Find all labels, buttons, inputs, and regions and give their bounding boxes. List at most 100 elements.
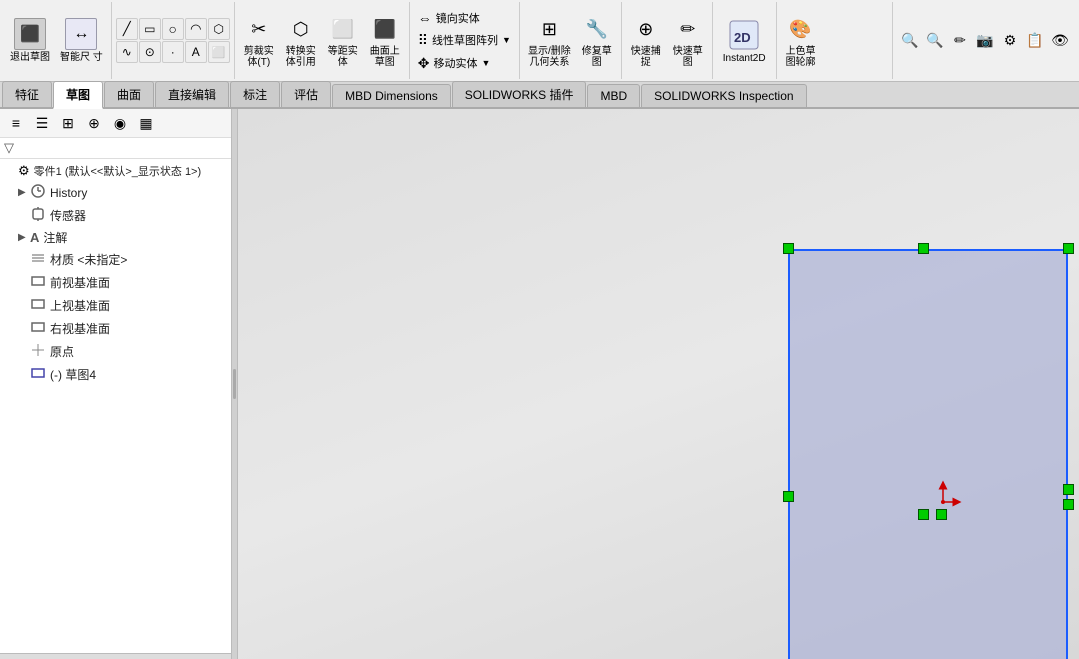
annotation-label: 注解 [43,229,67,246]
color-sketch-label: 上色草图轮廓 [786,46,816,68]
tree-item-front[interactable]: 前视基准面 [2,271,229,294]
sidebar-icon-3[interactable]: ⊞ [56,111,80,135]
tree-item-origin[interactable]: 原点 [2,340,229,363]
repair-label: 修复草图 [582,46,612,68]
tab-sketch[interactable]: 草图 [53,81,103,109]
handle-top-left[interactable] [783,243,794,254]
part1-label: 零件1 (默认<<默认>_显示状态 1>) [34,163,202,179]
handle-mid-right[interactable] [1063,484,1074,495]
rect-button[interactable]: ▭ [139,18,161,40]
sketch4-icon [30,365,46,384]
tree-item-right[interactable]: 右视基准面 [2,317,229,340]
instant2d-button[interactable]: 2D Instant2D [719,14,770,67]
handle-mid-left[interactable] [783,491,794,502]
polygon-button[interactable]: ⬡ [208,18,230,40]
handle-dim-2[interactable] [936,509,947,520]
arc-button[interactable]: ◠ [185,18,207,40]
sidebar-filter-row: ▽ [0,138,231,159]
svg-text:2D: 2D [734,30,751,45]
spline-button[interactable]: ∿ [116,41,138,63]
quick-snap-button[interactable]: ⊕ 快速捕捉 [626,11,666,71]
sidebar-icon-6[interactable]: ▦ [134,111,158,135]
quick-sketch-label: 快速草图 [673,46,703,68]
quick-sketch-button[interactable]: ✏ 快速草图 [668,11,708,71]
tab-evaluate[interactable]: 评估 [281,81,331,107]
tab-standard[interactable]: 标注 [230,81,280,107]
tab-surface[interactable]: 曲面 [104,81,154,107]
camera-icon[interactable]: 📷 [974,30,996,52]
handle-mid-right2[interactable] [1063,499,1074,510]
top-icon [30,296,46,315]
search-icon-2[interactable]: 🔍 [924,30,946,52]
tab-sw-inspection[interactable]: SOLIDWORKS Inspection [641,84,806,107]
sensor-icon [30,206,46,225]
tree-item-history[interactable]: ▶ History [2,181,229,204]
tab-mbd[interactable]: MBD [587,84,640,107]
canvas-area[interactable] [238,109,1079,659]
construction-button[interactable]: ⬜ [208,41,230,63]
gear-icon[interactable]: ⚙ [999,30,1021,52]
show-delete-button[interactable]: ⊞ 显示/删除几何关系 [524,11,575,71]
tab-solidworks-plugins[interactable]: SOLIDWORKS 插件 [452,81,587,107]
move-solid-label: 移动实体 [434,55,478,71]
tab-feature[interactable]: 特征 [2,81,52,107]
toolbar: ⬛ 退出草图 ↔ 智能尺 寸 ╱ ▭ ○ ◠ ⬡ ∿ ⊙ · A ⬜ [0,0,1079,82]
top-label: 上视基准面 [50,297,110,314]
convert-label: 转换实体引用 [286,46,316,68]
line-button[interactable]: ╱ [116,18,138,40]
tab-direct-edit[interactable]: 直接编辑 [155,81,229,107]
annotation-icon: A [30,230,39,245]
tree-item-part1[interactable]: ⚙ 零件1 (默认<<默认>_显示状态 1>) [2,161,229,181]
surface-sketch-label: 曲面上草图 [370,46,400,68]
handle-dim-1[interactable] [918,509,929,520]
right-icon [30,319,46,338]
sidebar-icon-5[interactable]: ◉ [108,111,132,135]
main-content: ≡ ☰ ⊞ ⊕ ◉ ▦ ▽ ⚙ 零件1 (默认<<默认>_显示状态 1>) ▶ [0,109,1079,659]
sidebar-icon-2[interactable]: ☰ [30,111,54,135]
circle-button[interactable]: ○ [162,18,184,40]
part1-icon: ⚙ [18,163,30,179]
smart-dim-button[interactable]: ↔ 智能尺 寸 [56,15,107,66]
edit-icon[interactable]: ✏ [949,30,971,52]
handle-top-right[interactable] [1063,243,1074,254]
search-icon-1[interactable]: 🔍 [899,30,921,52]
offset-label: 等距实体 [328,46,358,68]
front-icon [30,273,46,292]
toolbar-group-1: ⬛ 退出草图 ↔ 智能尺 寸 [2,2,112,79]
linear-array-button[interactable]: ⠿ 线性草图阵列 ▼ [414,30,515,51]
surface-sketch-button[interactable]: ⬛ 曲面上草图 [365,11,405,71]
eye-icon[interactable]: 👁 [1049,30,1071,52]
toolbar-group-5: ⊞ 显示/删除几何关系 🔧 修复草图 [520,2,622,79]
ellipse-button[interactable]: ⊙ [139,41,161,63]
mirror-solid-button[interactable]: ⇔ 镜向实体 [414,8,484,28]
tree-item-sensor[interactable]: 传感器 [2,204,229,227]
move-solid-button[interactable]: ✥ 移动实体 ▼ [414,53,495,74]
tab-mbd-dim[interactable]: MBD Dimensions [332,84,451,107]
material-icon [30,250,46,269]
color-sketch-button[interactable]: 🎨 上色草图轮廓 [781,11,821,71]
tree-item-annotation[interactable]: ▶ A 注解 [2,227,229,248]
filter-icon[interactable]: ▽ [4,140,14,156]
sidebar: ≡ ☰ ⊞ ⊕ ◉ ▦ ▽ ⚙ 零件1 (默认<<默认>_显示状态 1>) ▶ [0,109,232,659]
repair-button[interactable]: 🔧 修复草图 [577,11,617,71]
convert-button[interactable]: ⬡ 转换实体引用 [281,11,321,71]
tree-item-top[interactable]: 上视基准面 [2,294,229,317]
toolbar-group-3: ✂ 剪裁实体(T) ⬡ 转换实体引用 ⬜ 等距实体 ⬛ 曲面上草图 [235,2,410,79]
sidebar-icon-1[interactable]: ≡ [4,111,28,135]
list-icon[interactable]: 📋 [1024,30,1046,52]
history-icon [30,183,46,202]
offset-button[interactable]: ⬜ 等距实体 [323,11,363,71]
sidebar-icon-toolbar: ≡ ☰ ⊞ ⊕ ◉ ▦ [0,109,231,138]
trim-button[interactable]: ✂ 剪裁实体(T) [239,11,279,71]
material-label: 材质 <未指定> [50,251,127,268]
sidebar-icon-4[interactable]: ⊕ [82,111,106,135]
exit-sketch-button[interactable]: ⬛ 退出草图 [6,15,54,66]
point-button[interactable]: · [162,41,184,63]
smart-dim-label: 智能尺 寸 [60,52,103,63]
sidebar-resize-handle[interactable] [0,653,231,659]
handle-top-center[interactable] [918,243,929,254]
tree-item-material[interactable]: 材质 <未指定> [2,248,229,271]
text-button[interactable]: A [185,41,207,63]
tree-item-sketch4[interactable]: (-) 草图4 [2,363,229,386]
right-label: 右视基准面 [50,320,110,337]
